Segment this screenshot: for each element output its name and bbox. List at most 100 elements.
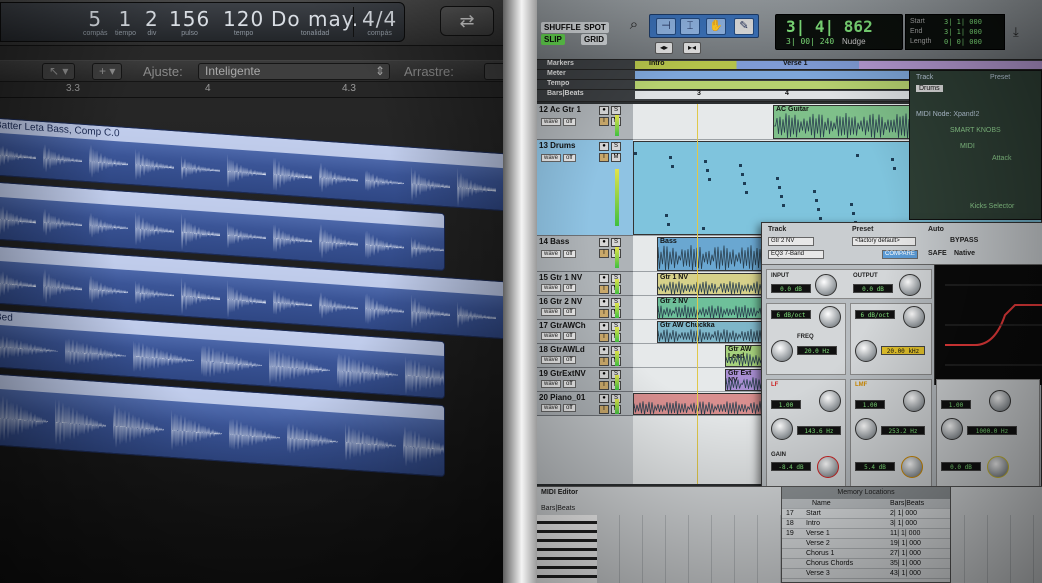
grabber-icon[interactable]: ✋ [706,18,726,35]
input-knob[interactable] [815,274,837,296]
input-button[interactable]: I [599,285,609,294]
track-header[interactable]: 17 GtrAWCh●SIMwaveoff [537,320,633,344]
track-header[interactable]: 14 Bass●SIMwaveoff [537,236,633,272]
input-button[interactable]: I [599,333,609,342]
mute-button[interactable]: M [611,153,621,162]
mf-q-value[interactable]: 1.00 [941,400,971,409]
track-header[interactable]: 16 Gtr 2 NV●SIMwaveoff [537,296,633,320]
start-value[interactable]: 3| 1| 000 [944,18,982,26]
view-select[interactable]: wave [541,308,562,316]
secondary-tool-button[interactable]: + ▾ [92,63,123,80]
record-button[interactable]: ● [599,394,609,403]
mf-gain-value[interactable]: 0.0 dB [941,462,981,471]
lf-q-knob[interactable] [819,390,841,412]
record-button[interactable]: ● [599,322,609,331]
audio-clip[interactable]: Gtr Ext NV [725,369,763,391]
memloc-row[interactable]: Chorus Chords 35| 1| 000 [782,559,950,569]
lf-freq-value[interactable]: 143.6 Hz [797,426,841,435]
grid-mode-button[interactable]: GRID [581,34,607,45]
track-header[interactable]: 20 Piano_01●SIMwaveoff [537,392,633,416]
record-button[interactable]: ● [599,106,609,115]
automation-select[interactable]: off [563,356,576,364]
memloc-row[interactable]: 19 Verse 1 11| 1| 000 [782,529,950,539]
cycle-button[interactable]: ⇄ [440,6,494,36]
solo-button[interactable]: S [611,142,621,151]
lpf-freq-value[interactable]: 20.00 kHz [881,346,925,355]
audio-clip[interactable]: Gtr AW Chuckka [657,321,763,343]
edit-mode-icon[interactable]: ⤓ [1013,24,1019,40]
automation-select[interactable]: off [563,250,576,258]
record-button[interactable]: ● [599,298,609,307]
record-button[interactable]: ● [599,370,609,379]
output-value[interactable]: 0.0 dB [853,284,893,293]
view-select[interactable]: wave [541,250,562,258]
lmf-gain-knob[interactable] [901,456,923,478]
lpf-slope-value[interactable]: 6 dB/oct [855,310,895,319]
automation-select[interactable]: off [563,332,576,340]
safe-button[interactable]: SAFE [928,250,947,257]
track-header[interactable]: 19 GtrExtNV●SIMwaveoff [537,368,633,392]
view-select[interactable]: wave [541,154,562,162]
lpf-freq-knob[interactable] [855,340,877,362]
lf-gain-value[interactable]: -8.4 dB [771,462,811,471]
pencil-icon[interactable]: ✎ [734,18,754,35]
plugin-insert-select[interactable]: EQ3 7-Band [768,250,824,259]
bypass-button[interactable]: BYPASS [950,237,978,244]
mf-gain-knob[interactable] [987,456,1009,478]
input-button[interactable]: I [599,357,609,366]
nudge-left-button[interactable]: ◂▸ [655,42,673,54]
automation-select[interactable]: off [563,380,576,388]
snap-select[interactable]: Inteligente ⇕ [198,63,390,80]
lf-q-value[interactable]: 1.00 [771,400,801,409]
view-select[interactable]: wave [541,284,562,292]
lcd-key[interactable]: Do may. tonalidad [271,7,359,37]
audio-clip[interactable]: Gtr 2 NV [657,297,763,319]
nudge-right-button[interactable]: ▸◂ [683,42,701,54]
drag-select[interactable] [484,63,503,80]
memloc-row[interactable]: Verse 3 43| 1| 000 [782,569,950,579]
input-button[interactable]: I [599,405,609,414]
playhead[interactable] [697,104,698,484]
shuffle-mode-button[interactable]: SHUFFLE [541,22,584,33]
record-button[interactable]: ● [599,142,609,151]
piano-keys[interactable] [537,515,597,583]
automation-select[interactable]: off [563,154,576,162]
trim-icon[interactable]: ⊣ [656,18,676,35]
memloc-row[interactable]: 17 Start 2| 1| 000 [782,509,950,519]
view-select[interactable]: wave [541,332,562,340]
lmf-freq-knob[interactable] [855,418,877,440]
lmf-q-knob[interactable] [903,390,925,412]
input-button[interactable]: I [599,309,609,318]
lmf-freq-value[interactable]: 253.2 Hz [881,426,925,435]
hpf-freq-value[interactable]: 20.0 Hz [797,346,837,355]
track-header[interactable]: 18 GtrAWLd●SIMwaveoff [537,344,633,368]
view-select[interactable]: wave [541,380,562,388]
compare-button[interactable]: COMPARE [882,250,918,259]
mf-q-knob[interactable] [989,390,1011,412]
record-button[interactable]: ● [599,346,609,355]
lf-freq-knob[interactable] [771,418,793,440]
record-button[interactable]: ● [599,238,609,247]
input-value[interactable]: 0.0 dB [771,284,811,293]
automation-select[interactable]: off [563,308,576,316]
length-value[interactable]: 0| 0| 000 [944,38,982,46]
lcd-signature[interactable]: 4/4 compás [353,7,397,37]
hpf-slope-value[interactable]: 6 dB/oct [771,310,811,319]
slip-mode-button[interactable]: SLIP [541,34,565,45]
kicks-selector-label[interactable]: Kicks Selector [970,203,1014,210]
solo-button[interactable]: S [611,106,621,115]
output-knob[interactable] [899,274,921,296]
hpf-freq-knob[interactable] [771,340,793,362]
input-button[interactable]: I [599,249,609,258]
marker-intro[interactable]: Intro [649,60,665,67]
lmf-gain-value[interactable]: 5.4 dB [855,462,895,471]
track-header[interactable]: 12 Ac Gtr 1●SIMwaveoff [537,104,633,140]
lmf-q-value[interactable]: 1.00 [855,400,885,409]
plugin-preset-select[interactable]: <factory default> [852,237,916,246]
memloc-row[interactable]: Verse 2 19| 1| 000 [782,539,950,549]
view-select[interactable]: wave [541,118,562,126]
pointer-tool-button[interactable]: ↖ ▾ [42,63,76,80]
lpf-slope-knob[interactable] [903,306,925,328]
automation-select[interactable]: off [563,404,576,412]
main-counter[interactable]: 3| 4| 862 3| 00| 240 Nudge [775,14,903,50]
